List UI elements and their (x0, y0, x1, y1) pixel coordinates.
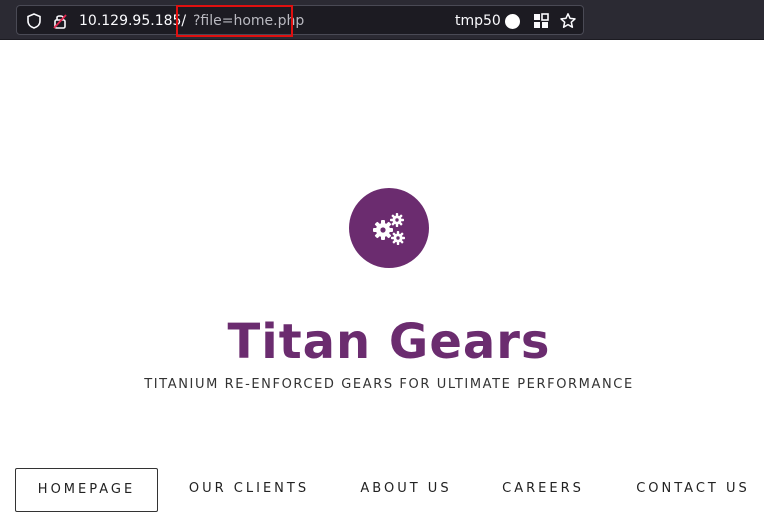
site-tagline: TITANIUM RE-ENFORCED GEARS FOR ULTIMATE … (144, 377, 634, 392)
url-bar[interactable]: 10.129.95.185/ ?file=home.php tmp50 (16, 5, 584, 37)
url-query[interactable]: ?file=home.php (193, 12, 304, 30)
nav-our-clients[interactable]: OUR CLIENTS (178, 468, 320, 512)
url-host[interactable]: 10.129.95.185/ (79, 12, 186, 30)
gears-icon (373, 213, 405, 245)
nav-homepage[interactable]: HOMEPAGE (15, 468, 158, 512)
container-dot-icon[interactable] (505, 14, 520, 29)
site-logo (349, 188, 429, 268)
nav-careers[interactable]: CAREERS (492, 468, 594, 512)
main-nav: HOMEPAGE OUR CLIENTS ABOUT US CAREERS CO… (0, 468, 764, 512)
browser-toolbar: 10.129.95.185/ ?file=home.php tmp50 (0, 0, 764, 40)
lock-icon[interactable] (51, 12, 69, 30)
star-icon[interactable] (559, 12, 577, 30)
nav-contact-us[interactable]: CONTACT US (625, 468, 761, 512)
shield-icon[interactable] (25, 12, 43, 30)
nav-about-us[interactable]: ABOUT US (350, 468, 462, 512)
site-title: Titan Gears (227, 314, 551, 370)
container-label[interactable]: tmp50 (455, 12, 501, 30)
extensions-icon[interactable] (532, 12, 550, 30)
